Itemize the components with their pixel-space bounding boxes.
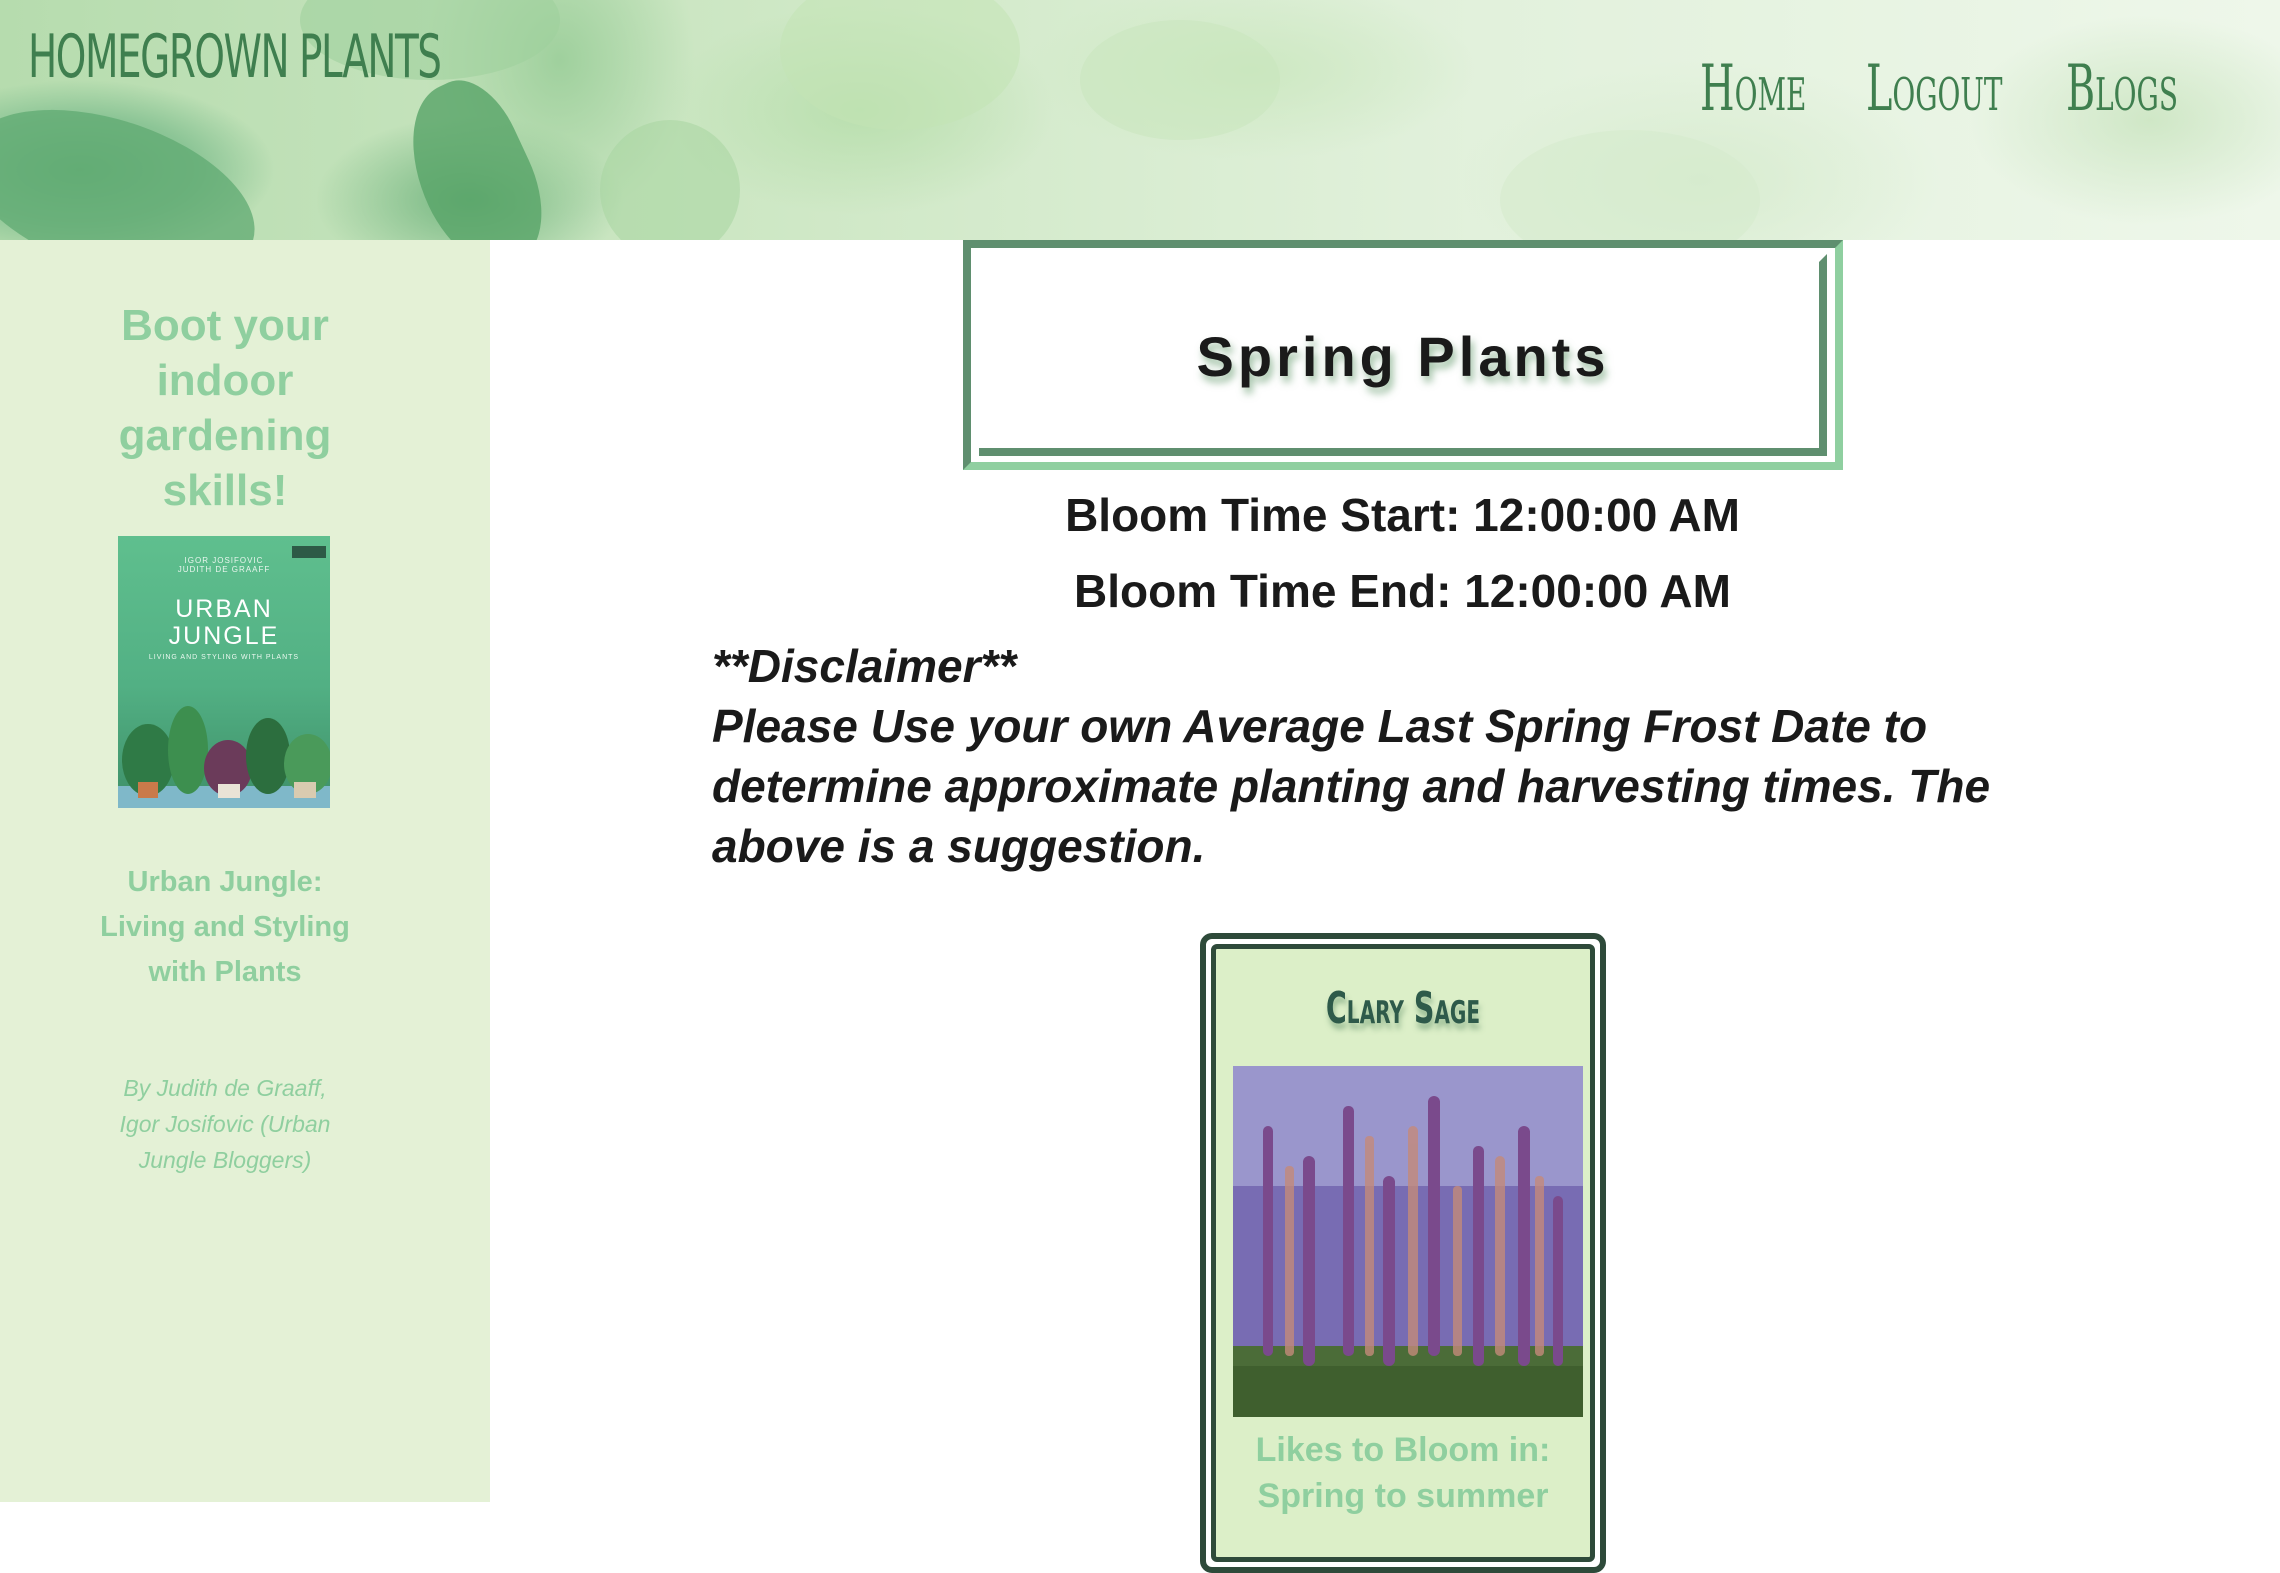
disclaimer-heading: **Disclaimer** <box>712 640 1017 692</box>
nav-logout-link[interactable]: Logout <box>1866 52 2003 126</box>
nav-home-link[interactable]: Home <box>1700 52 1806 126</box>
bloom-season: Spring to summer <box>1257 1477 1549 1515</box>
watercolor-blob <box>600 120 740 240</box>
site-header: HOMEGROWN PLANTS Home Logout Blogs <box>0 0 2280 240</box>
bloom-end: Bloom Time End: 12:00:00 AM <box>1074 565 1731 617</box>
cover-authors: IGOR JOSIFOVIC JUDITH DE GRAAFF <box>177 556 271 574</box>
plant-name[interactable]: Clary Sage <box>1268 983 1537 1034</box>
cover-plants-illustration <box>118 706 330 808</box>
plant-bloom-info: Likes to Bloom in: Spring to summer <box>1216 1427 1590 1519</box>
watercolor-blob <box>0 77 276 240</box>
watercolor-blob <box>1500 130 1760 240</box>
cover-title: URBAN JUNGLE <box>168 595 280 650</box>
book-title[interactable]: Urban Jungle: Living and Styling with Pl… <box>100 860 350 995</box>
plant-card[interactable]: Clary Sage Likes to Bloom in: Spring to … <box>1200 933 1606 1573</box>
promo-heading: Boot your indoor gardening skills! <box>118 301 332 515</box>
page-title-frame: Spring Plants <box>963 240 1843 470</box>
book-cover-image[interactable]: IGOR JOSIFOVIC JUDITH DE GRAAFF URBAN JU… <box>118 536 330 808</box>
bloom-label: Likes to Bloom in: <box>1255 1431 1551 1469</box>
watercolor-blob <box>780 0 1020 130</box>
disclaimer: **Disclaimer** Please Use your own Avera… <box>712 636 2092 876</box>
sidebar: Boot your indoor gardening skills! IGOR … <box>0 240 490 1502</box>
plant-photo[interactable] <box>1233 1066 1583 1417</box>
plant-card-inner: Clary Sage Likes to Bloom in: Spring to … <box>1211 944 1595 1562</box>
sage-flowers-illustration <box>1233 1066 1583 1417</box>
disclaimer-text: Please Use your own Average Last Spring … <box>712 700 1991 872</box>
cover-subtitle: LIVING AND STYLING WITH PLANTS <box>148 654 300 661</box>
main-nav: Home Logout Blogs <box>1680 52 2280 142</box>
site-title[interactable]: HOMEGROWN PLANTS <box>28 22 442 92</box>
watercolor-blob <box>1080 20 1280 140</box>
bloom-start: Bloom Time Start: 12:00:00 AM <box>1065 489 1740 541</box>
page-title: Spring Plants <box>1196 325 1610 388</box>
nav-blogs-link[interactable]: Blogs <box>2066 52 2178 126</box>
book-byline: By Judith de Graaff, Igor Josifovic (Urb… <box>119 1075 331 1173</box>
